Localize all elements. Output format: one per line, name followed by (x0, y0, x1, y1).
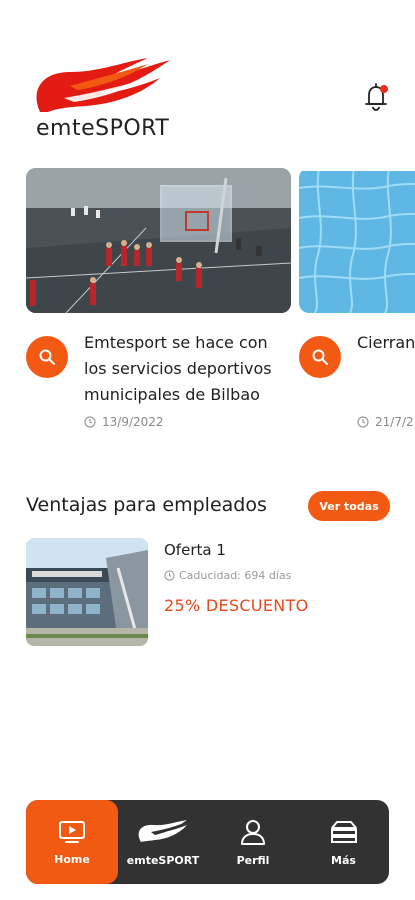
clock-icon (357, 416, 369, 428)
emtesport-logo[interactable]: emteSPORT (30, 50, 190, 142)
brand-name: emteSPORT (36, 116, 170, 141)
offer-image (26, 538, 148, 646)
notification-dot (380, 85, 388, 93)
bell-icon (365, 83, 388, 111)
search-icon (312, 349, 328, 365)
user-icon (241, 819, 265, 845)
nav-emtesport-label: emteSPORT (126, 853, 200, 867)
emtesport-flame-icon (138, 819, 187, 842)
news-carousel[interactable]: Emtesport se hace con los servicios depo… (0, 168, 415, 448)
clock-icon (84, 416, 96, 428)
see-all-button[interactable]: Ver todas (308, 491, 390, 521)
offer-item[interactable]: Oferta 1 Caducidad: 694 días 25% DESCUEN… (26, 538, 396, 648)
nav-more-label: Más (331, 853, 356, 867)
news-card[interactable]: Emtesport se hace con los servicios depo… (26, 168, 291, 429)
news-date: 13/9/2022 (84, 415, 164, 429)
benefits-title: Ventajas para empleados (26, 494, 267, 516)
news-card[interactable]: Cierran verano ataque 21/7/2 (299, 168, 415, 429)
news-image (26, 168, 291, 313)
bottom-navigation: Home emteSPORT Perfil Más (26, 800, 389, 884)
news-open-button[interactable] (26, 336, 68, 378)
flame-logo-icon (36, 58, 170, 112)
news-date-text: 21/7/2 (375, 415, 414, 429)
news-date: 21/7/2 (357, 415, 414, 429)
news-open-button[interactable] (299, 336, 341, 378)
nav-home-label: Home (54, 852, 90, 866)
notifications-button[interactable] (360, 80, 394, 114)
news-date-text: 13/9/2022 (102, 415, 164, 429)
nav-profile[interactable]: Perfil (208, 800, 298, 884)
app-header: emteSPORT (0, 0, 415, 150)
search-icon (39, 349, 55, 365)
offer-name: Oferta 1 (164, 541, 226, 559)
nav-emtesport[interactable]: emteSPORT (118, 800, 208, 884)
nav-more[interactable]: Más (298, 800, 389, 884)
offer-discount: 25% DESCUENTO (164, 596, 309, 615)
news-title[interactable]: Cierran verano ataque (357, 330, 415, 356)
news-title[interactable]: Emtesport se hace con los servicios depo… (84, 330, 294, 408)
layers-icon (330, 820, 357, 843)
offer-expiry-text: Caducidad: 694 días (179, 569, 292, 582)
nav-home[interactable]: Home (26, 800, 118, 884)
nav-profile-label: Perfil (236, 853, 270, 867)
clock-icon (164, 570, 175, 581)
offer-expiry: Caducidad: 694 días (164, 569, 291, 582)
news-image (299, 168, 415, 313)
tv-icon (59, 820, 85, 843)
